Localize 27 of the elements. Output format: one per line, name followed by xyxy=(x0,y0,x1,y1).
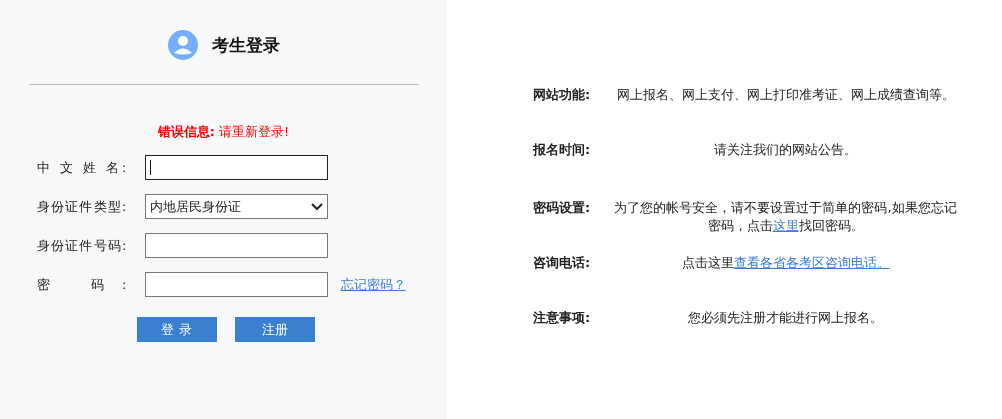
info-text: 点击这里查看各省各考区咨询电话。 xyxy=(680,254,891,272)
field-label: 中 文 姓 名: xyxy=(36,158,127,177)
info-link[interactable]: 查看各省各考区咨询电话。 xyxy=(733,255,890,270)
caret-icon xyxy=(310,202,323,211)
input-field[interactable] xyxy=(144,233,328,258)
user-icon xyxy=(167,30,198,60)
error-message: 错误信息: 请重新登录! xyxy=(157,123,290,141)
register-button[interactable]: 注册 xyxy=(234,317,315,342)
info-text: 请关注我们的网站公告。 xyxy=(713,141,858,159)
info-label: 注意事项: xyxy=(533,309,592,327)
info-label: 密码设置: xyxy=(533,199,592,217)
info-label: 网站功能: xyxy=(533,86,592,104)
forgot-password-link[interactable]: 忘记密码？ xyxy=(340,275,406,294)
info-text: 网上报名、网上支付、网上打印准考证、网上成绩查询等。 xyxy=(615,86,956,104)
info-text: 您必须先注册才能进行网上报名。 xyxy=(687,309,884,327)
info-text: 为了您的帐号安全，请不要设置过于简单的密码,如果您忘记密码，点击这里找回密码。 xyxy=(613,199,958,235)
field-label: 身份证件类型: xyxy=(36,197,127,216)
info-link[interactable]: 这里 xyxy=(772,218,799,233)
info-label: 报名时间: xyxy=(533,141,592,159)
login-title: 考生登录 xyxy=(211,33,280,57)
input-field[interactable] xyxy=(144,155,328,180)
login-button[interactable]: 登 录 xyxy=(136,317,217,342)
info-label: 咨询电话: xyxy=(533,254,592,272)
id-type-select[interactable]: 内地居民身份证 xyxy=(144,194,328,219)
field-label: 密 码: xyxy=(36,275,127,294)
password-field[interactable] xyxy=(144,272,328,297)
field-label: 身份证件号码: xyxy=(36,236,127,255)
